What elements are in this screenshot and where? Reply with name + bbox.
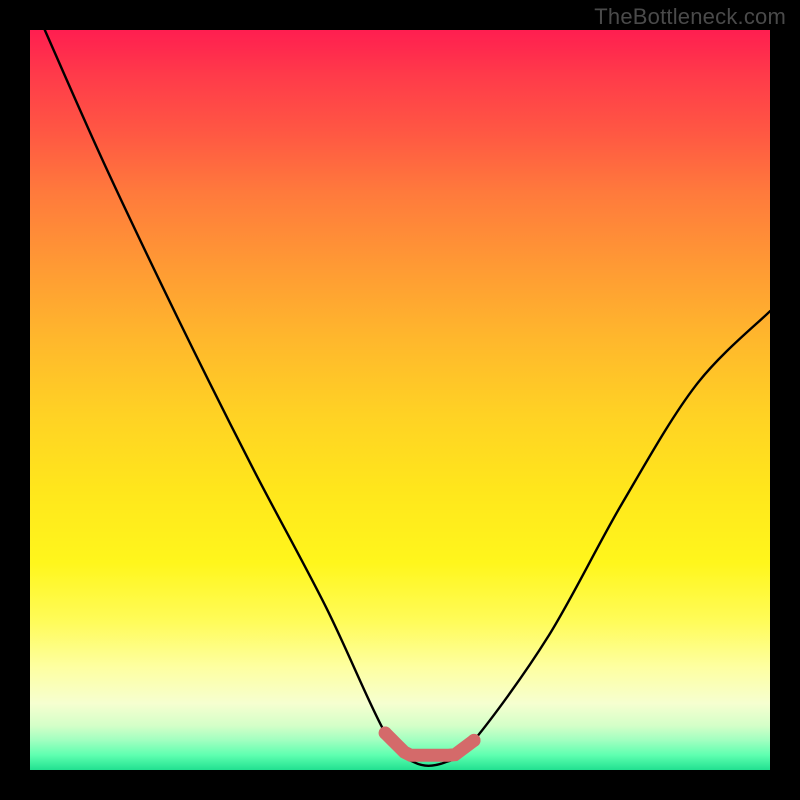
chart-frame: TheBottleneck.com (0, 0, 800, 800)
highlight-start-dot (379, 727, 392, 740)
watermark-text: TheBottleneck.com (594, 4, 786, 30)
bottleneck-curve-path (45, 30, 770, 766)
plot-area (30, 30, 770, 770)
curve-layer (30, 30, 770, 770)
highlight-end-dot (468, 734, 481, 747)
highlight-band-path (385, 733, 474, 755)
